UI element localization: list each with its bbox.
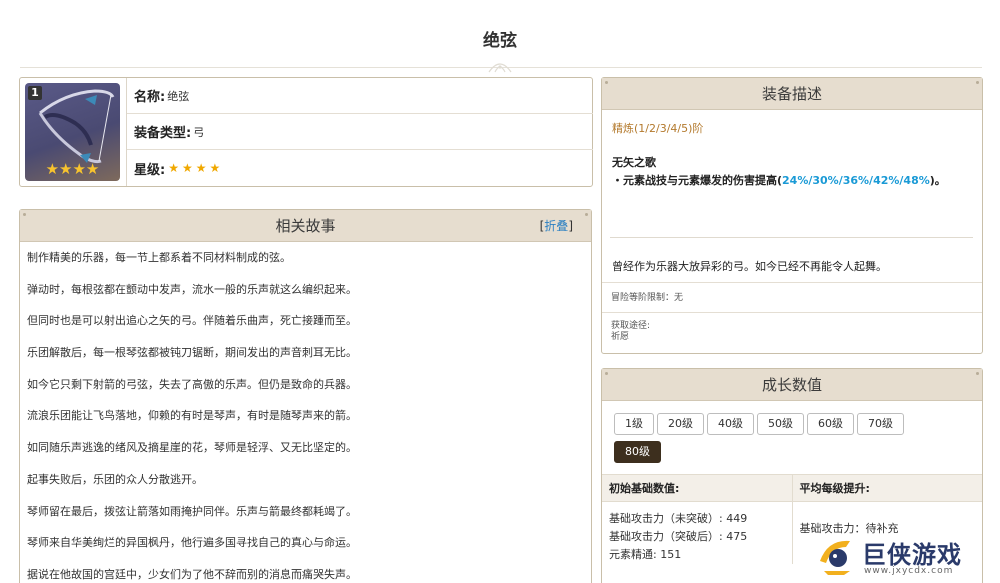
story-header: 相关故事 [折叠] bbox=[20, 210, 591, 242]
stat-table-header: 初始基础数值: 平均每级提升: bbox=[602, 474, 982, 502]
story-line: 琴师留在最后，拨弦让箭落如雨掩护同伴。乐声与箭最终都耗竭了。 bbox=[27, 504, 357, 518]
story-line: 但同时也是可以射出追心之矢的弓。伴随着乐曲声，死亡接踵而至。 bbox=[27, 314, 357, 328]
story-line: 如今它只剩下射箭的弓弦，失去了高傲的乐声。但仍是致命的兵器。 bbox=[27, 377, 357, 391]
story-line: 据说在他故国的宫廷中，少女们为了他不辞而别的消息而痛哭失声。 bbox=[27, 567, 357, 581]
base-stats: 基础攻击力（未突破）: 449 基础攻击力（突破后）: 475 元素精通: 15… bbox=[602, 502, 793, 564]
story-line: 流浪乐团能让飞鸟落地，仰赖的有时是琴声，有时是随琴声来的箭。 bbox=[27, 409, 357, 423]
growth-header: 成长数值 bbox=[602, 369, 982, 401]
rarity-star-icons: ★★★★ bbox=[168, 161, 224, 175]
type-row: 装备类型: 弓 bbox=[127, 114, 593, 150]
watermark-url: www.jxycdx.com bbox=[864, 566, 954, 576]
flavor-text: 曾经作为乐器大放异彩的弓。如今已经不再能令人起舞。 bbox=[612, 260, 887, 273]
level-button-20[interactable]: 20级 bbox=[657, 413, 704, 435]
story-line: 弹动时，每根弦都在颤动中发声，流水一般的乐声就这么编织起来。 bbox=[27, 282, 357, 296]
level-button-70[interactable]: 70级 bbox=[857, 413, 904, 435]
per-level-header: 平均每级提升: bbox=[799, 482, 870, 495]
growth-title: 成长数值 bbox=[761, 376, 822, 394]
info-rows: 名称: 绝弦 装备类型: 弓 星级: ★★★★ bbox=[126, 78, 593, 186]
type-label: 装备类型: bbox=[134, 126, 192, 141]
level-selector: 1级 20级 40级 50级 60级 70级 80级 bbox=[602, 401, 982, 468]
level-button-60[interactable]: 60级 bbox=[807, 413, 854, 435]
story-line: 起事失败后，乐团的众人分散逃开。 bbox=[27, 472, 203, 486]
base-atk-unascended: 基础攻击力（未突破）: 449 bbox=[609, 512, 748, 525]
level-button-80[interactable]: 80级 bbox=[614, 441, 661, 463]
obtain-row: 获取途径: 祈愿 bbox=[602, 312, 982, 354]
description-panel: 装备描述 精炼(1/2/3/4/5)阶 无矢之歌 ・元素战技与元素爆发的伤害提高… bbox=[601, 77, 983, 354]
name-label: 名称: bbox=[134, 90, 166, 105]
watermark-logo-icon bbox=[820, 540, 850, 575]
passive-values: 24%/30%/36%/42%/48% bbox=[782, 174, 930, 187]
level-button-40[interactable]: 40级 bbox=[707, 413, 754, 435]
level-button-50[interactable]: 50级 bbox=[757, 413, 804, 435]
watermark: 巨侠游戏 www.jxycdx.com bbox=[812, 528, 988, 583]
rarity-label: 星级: bbox=[134, 162, 166, 178]
name-row: 名称: 绝弦 bbox=[127, 78, 593, 114]
story-line: 制作精美的乐器，每一节上都系着不同材料制成的弦。 bbox=[27, 251, 291, 264]
type-value: 弓 bbox=[193, 125, 205, 139]
refinement-label: 精炼(1/2/3/4/5)阶 bbox=[612, 122, 704, 135]
fold-button[interactable]: [折叠] bbox=[540, 210, 573, 242]
watermark-brand: 巨侠游戏 bbox=[862, 541, 962, 569]
story-line: 如同随乐声逃逸的绪风及摘星崖的花，琴师是轻浮、又无比坚定的。 bbox=[27, 441, 357, 455]
base-stats-header: 初始基础数值: bbox=[602, 475, 793, 501]
story-panel: 相关故事 [折叠] 制作精美的乐器，每一节上都系着不同材料制成的弦。 弹动时，每… bbox=[19, 209, 592, 583]
story-line: 琴师来自华美绚烂的异国枫丹，他行遍多国寻找自己的真心与命运。 bbox=[27, 536, 357, 550]
story-line: 乐团解散后，每一根琴弦都被钝刀锯断，期间发出的声音刺耳无比。 bbox=[27, 346, 357, 360]
rank-badge: 1 bbox=[28, 86, 42, 100]
rarity-row: 星级: ★★★★ bbox=[127, 150, 593, 186]
divider bbox=[610, 237, 973, 238]
weapon-info-panel: 1 ★★★★ 名称: 绝弦 装备类型: 弓 星级: ★★★★ bbox=[19, 77, 593, 187]
page-title: 绝弦 bbox=[483, 31, 517, 51]
description-header: 装备描述 bbox=[602, 78, 982, 110]
story-text: 制作精美的乐器，每一节上都系着不同材料制成的弦。 弹动时，每根弦都在颤动中发声，… bbox=[20, 242, 591, 583]
weapon-image: 1 ★★★★ bbox=[25, 83, 120, 181]
passive-description: ・元素战技与元素爆发的伤害提高(24%/30%/36%/42%/48%)。 bbox=[612, 174, 946, 187]
level-button-1[interactable]: 1级 bbox=[614, 413, 654, 435]
adventure-rank-row: 冒险等阶限制：无 bbox=[602, 282, 982, 312]
passive-name: 无矢之歌 bbox=[612, 156, 656, 169]
ornament-icon bbox=[488, 63, 512, 73]
fold-link[interactable]: 折叠 bbox=[544, 219, 568, 233]
name-value: 绝弦 bbox=[167, 89, 190, 103]
description-title: 装备描述 bbox=[761, 85, 822, 103]
story-title: 相关故事 bbox=[275, 217, 336, 235]
elemental-mastery: 元素精通: 151 bbox=[609, 548, 682, 561]
image-star-icons: ★★★★ bbox=[45, 160, 100, 178]
base-atk-ascended: 基础攻击力（突破后）: 475 bbox=[609, 530, 748, 543]
